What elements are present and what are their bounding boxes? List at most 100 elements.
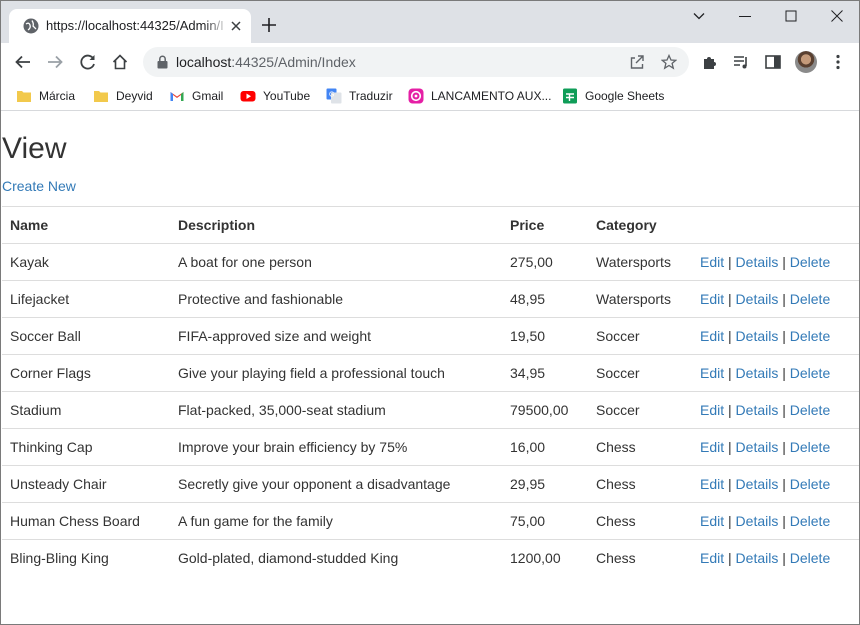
chevron-down-icon[interactable] [692,9,706,23]
minimize-icon[interactable] [738,9,752,23]
maximize-icon[interactable] [784,9,798,23]
edit-link[interactable]: Edit [700,328,724,344]
browser-tab[interactable]: https://localhost:44325/Admin/In [9,9,251,43]
cell-name: Thinking Cap [2,428,170,466]
share-icon[interactable] [629,54,645,70]
star-icon[interactable] [661,54,677,70]
delete-link[interactable]: Delete [790,550,830,566]
profile-avatar[interactable] [795,51,817,73]
table-row: Thinking Cap Improve your brain efficienc… [2,428,859,466]
delete-link[interactable]: Delete [790,402,830,418]
reload-icon[interactable] [79,53,97,71]
action-separator: | [782,291,786,307]
close-window-icon[interactable] [830,9,844,23]
create-new-link[interactable]: Create New [2,178,76,194]
edit-link[interactable]: Edit [700,550,724,566]
cell-actions: Edit | Details | Delete [692,280,859,318]
url-host: localhost [176,54,232,70]
cell-description: Protective and fashionable [170,280,502,318]
edit-link[interactable]: Edit [700,513,724,529]
table-row: Human Chess Board A fun game for the fami… [2,502,859,540]
details-link[interactable]: Details [736,365,779,381]
bookmark-label: Gmail [192,89,224,103]
menu-dots-icon[interactable] [829,53,847,71]
details-link[interactable]: Details [736,439,779,455]
details-link[interactable]: Details [736,402,779,418]
page-title: View [2,132,67,165]
cell-name: Lifejacket [2,280,170,318]
gmail-icon [170,92,184,101]
edit-link[interactable]: Edit [700,402,724,418]
media-queue-icon[interactable] [732,53,750,71]
bookmark-google-sheets[interactable]: Google Sheets [562,87,664,105]
bookmark-marcia[interactable]: Márcia [16,87,75,105]
details-link[interactable]: Details [736,476,779,492]
edit-link[interactable]: Edit [700,291,724,307]
back-arrow-icon[interactable] [14,53,32,71]
svg-text:G: G [329,92,334,99]
cell-description: Give your playing field a professional t… [170,354,502,392]
bookmark-deyvid[interactable]: Deyvid [93,87,153,105]
delete-link[interactable]: Delete [790,513,830,529]
home-icon[interactable] [111,53,129,71]
column-header-category: Category [588,206,692,244]
delete-link[interactable]: Delete [790,365,830,381]
cell-actions: Edit | Details | Delete [692,539,859,577]
bookmark-youtube[interactable]: YouTube [240,87,310,105]
details-link[interactable]: Details [736,550,779,566]
translate-icon: G [326,88,342,104]
side-panel-icon[interactable] [764,53,782,71]
address-bar[interactable]: localhost:44325/Admin/Index [143,47,689,77]
details-link[interactable]: Details [736,254,779,270]
action-separator: | [782,402,786,418]
browser-window: https://localhost:44325/Admin/In localho… [0,0,860,625]
table-row: Kayak A boat for one person 275,00 Waterspo… [2,243,859,281]
edit-link[interactable]: Edit [700,476,724,492]
column-header-name: Name [2,206,170,244]
delete-link[interactable]: Delete [790,254,830,270]
bookmark-traduzir[interactable]: G Traduzir [326,87,393,105]
cell-actions: Edit | Details | Delete [692,317,859,355]
action-separator: | [728,328,732,344]
delete-link[interactable]: Delete [790,328,830,344]
action-separator: | [782,550,786,567]
delete-link[interactable]: Delete [790,476,830,492]
bookmark-label: Traduzir [349,89,393,103]
action-separator: | [782,513,786,529]
extensions-icon[interactable] [701,53,719,71]
close-tab-icon[interactable] [229,19,243,33]
edit-link[interactable]: Edit [700,439,724,455]
cell-category: Soccer [588,354,692,392]
cell-category: Watersports [588,243,692,281]
url-text[interactable]: localhost:44325/Admin/Index [176,54,356,70]
cell-description: Improve your brain efficiency by 75% [170,428,502,466]
edit-link[interactable]: Edit [700,254,724,270]
cell-name: Bling-Bling King [2,539,170,577]
cell-price: 19,50 [502,317,588,355]
details-link[interactable]: Details [736,328,779,344]
details-link[interactable]: Details [736,291,779,307]
delete-link[interactable]: Delete [790,439,830,455]
action-separator: | [728,365,732,381]
bookmark-label: YouTube [263,89,311,103]
cell-category: Chess [588,502,692,540]
cell-price: 275,00 [502,243,588,281]
action-separator: | [728,402,732,418]
edit-link[interactable]: Edit [700,365,724,381]
cell-description: Gold-plated, diamond-studded King [170,539,502,577]
bookmarks-bar: Márcia Deyvid Gmail YouTube G Traduzir L… [1,81,859,111]
url-path: :44325/Admin/Index [231,54,356,70]
bookmark-gmail[interactable]: Gmail [169,87,223,105]
new-tab-icon[interactable] [261,17,277,33]
forward-arrow-icon[interactable] [46,53,64,71]
delete-link[interactable]: Delete [790,291,830,307]
cell-category: Soccer [588,317,692,355]
details-link[interactable]: Details [736,513,779,529]
cell-name: Kayak [2,243,170,281]
action-separator: | [728,476,732,492]
action-separator: | [728,439,732,455]
lock-icon[interactable] [157,55,168,69]
table-row: Unsteady Chair Secretly give your opponen… [2,465,859,503]
globe-icon [23,18,39,34]
bookmark-lancamento[interactable]: LANCAMENTO AUX... [408,87,551,105]
